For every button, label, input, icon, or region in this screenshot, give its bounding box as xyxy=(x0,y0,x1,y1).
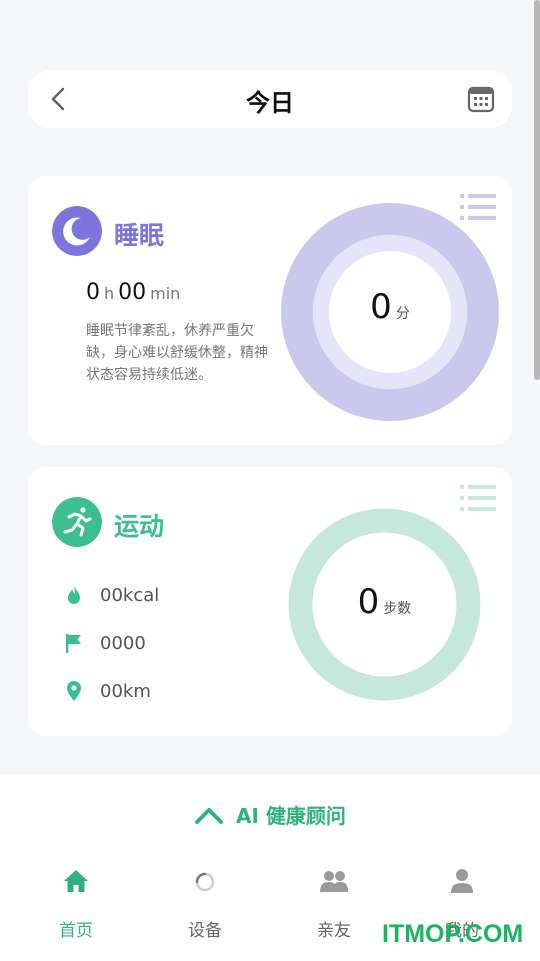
sleep-minutes: 00 xyxy=(118,280,147,305)
scrollbar[interactable] xyxy=(534,0,540,380)
ai-advisor-label: AI 健康顾问 xyxy=(236,804,346,828)
tab-home[interactable]: 首页 xyxy=(26,866,126,941)
steps-value: 0 xyxy=(357,582,380,622)
flag-icon xyxy=(66,634,81,653)
page-title: 今日 xyxy=(246,89,294,117)
home-icon xyxy=(64,870,88,892)
location-pin-icon xyxy=(67,681,81,701)
sleep-duration: 0 h 00 min xyxy=(86,280,184,305)
sleep-score-value: 0 xyxy=(370,287,392,327)
goal-row: 0000 xyxy=(62,627,146,659)
profile-icon xyxy=(451,869,473,893)
moon-icon xyxy=(52,206,102,256)
top-header: 今日 xyxy=(28,70,512,128)
calories-value: 00kcal xyxy=(100,584,160,606)
sleep-score-ring: 0分 xyxy=(281,203,499,421)
tab-friends[interactable]: 亲友 xyxy=(284,866,384,941)
runner-icon xyxy=(52,497,102,547)
calories-row: 00kcal xyxy=(62,579,159,611)
device-loading-icon xyxy=(195,872,215,892)
goal-value: 0000 xyxy=(100,632,146,654)
tab-device[interactable]: 设备 xyxy=(155,866,255,941)
sleep-score: 0分 xyxy=(281,287,499,327)
sleep-hours: 0 xyxy=(86,280,100,305)
sport-title: 运动 xyxy=(114,512,165,541)
friends-icon xyxy=(320,871,348,892)
minutes-unit: min xyxy=(150,284,181,303)
steps-score: 0 步数 xyxy=(288,582,481,622)
sleep-card[interactable]: 睡眠 0 h 00 min 睡眠节律紊乱，休养严重欠缺，身心难以舒缓休整，精神状态容易… xyxy=(28,176,512,445)
calendar-icon[interactable] xyxy=(466,84,496,114)
sleep-title: 睡眠 xyxy=(114,221,165,250)
watermark-text: ITMOP.COM xyxy=(382,920,524,948)
tab-device-label: 设备 xyxy=(188,921,222,941)
sport-card[interactable]: 运动 00kcal 0000 00km 0 步数 xyxy=(28,467,512,736)
steps-ring: 0 步数 xyxy=(288,508,481,701)
distance-value: 00km xyxy=(100,680,151,702)
chevron-up-icon xyxy=(195,807,224,824)
sleep-score-unit: 分 xyxy=(395,306,410,322)
flame-icon xyxy=(68,585,80,604)
distance-row: 00km xyxy=(62,675,151,707)
tab-friends-label: 亲友 xyxy=(317,921,351,941)
sleep-description: 睡眠节律紊乱，休养严重欠缺，身心难以舒缓休整，精神状态容易持续低迷。 xyxy=(86,323,268,383)
hours-unit: h xyxy=(104,284,115,303)
steps-unit: 步数 xyxy=(383,601,412,617)
tab-home-label: 首页 xyxy=(59,921,93,941)
ai-advisor-button[interactable]: AI 健康顾问 xyxy=(0,800,540,829)
